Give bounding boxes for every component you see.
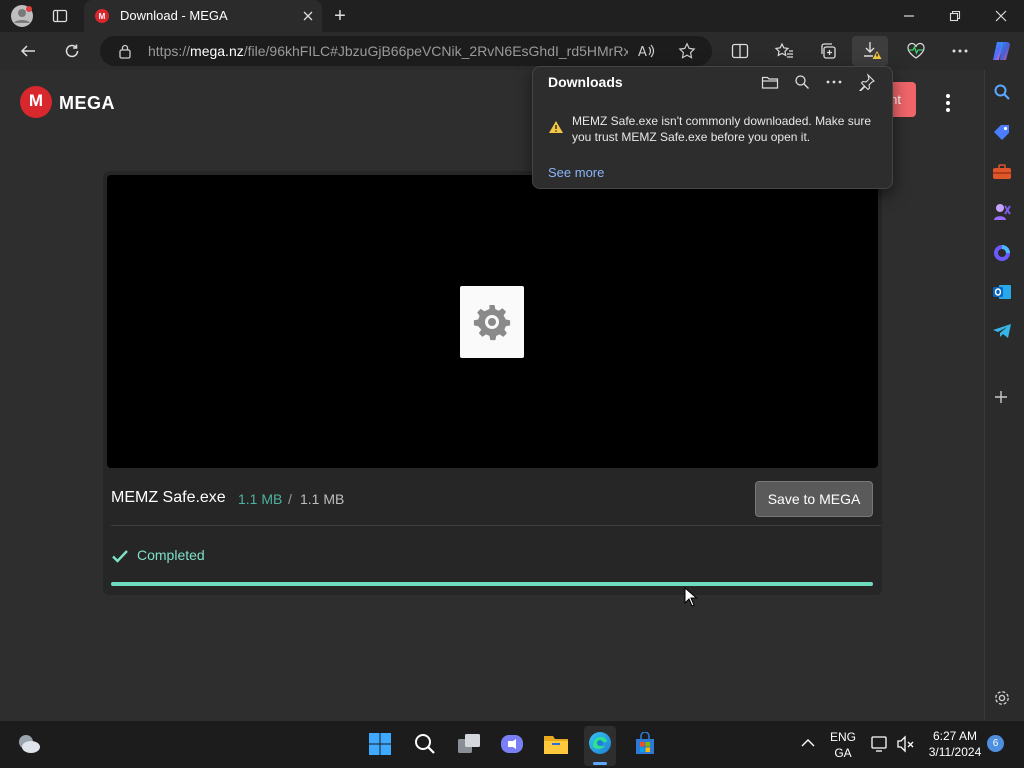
favorite-star-icon[interactable] [673, 37, 701, 65]
language-line2: GA [834, 746, 852, 760]
close-tab-icon[interactable] [294, 2, 322, 30]
warning-icon [548, 120, 564, 134]
clock-time: 6:27 AM [932, 729, 978, 743]
kebab-menu-icon[interactable] [940, 92, 956, 114]
volume-muted-icon[interactable] [896, 735, 916, 753]
see-more-link[interactable]: See more [548, 165, 604, 180]
back-arrow-icon[interactable] [14, 37, 42, 65]
open-folder-icon[interactable] [761, 74, 779, 90]
check-icon [111, 548, 129, 564]
split-screen-icon[interactable] [726, 37, 754, 65]
taskbar-search-icon[interactable] [414, 733, 436, 755]
language-line1: ENG [829, 730, 856, 744]
tab-actions-icon[interactable] [46, 2, 74, 30]
size-separator: / [288, 491, 292, 507]
downloads-title: Downloads [548, 74, 623, 90]
downloads-more-icon[interactable] [826, 80, 842, 84]
status-text: Completed [137, 547, 205, 563]
progress-bar-fill [111, 582, 873, 586]
total-size: 1.1 MB [300, 491, 345, 507]
downloaded-size: 1.1 MB [238, 491, 283, 507]
edge-icon[interactable] [588, 731, 612, 755]
search-downloads-icon[interactable] [794, 74, 810, 90]
clock-date: 3/11/2024 [928, 745, 982, 759]
refresh-icon[interactable] [58, 37, 86, 65]
close-window-button[interactable] [987, 2, 1015, 30]
mega-logo-text[interactable]: MEGA [59, 93, 115, 114]
profile-avatar-icon[interactable] [8, 2, 36, 30]
copilot-sidebar-icon[interactable] [992, 243, 1012, 263]
file-explorer-icon[interactable] [543, 733, 569, 755]
start-button-icon[interactable] [368, 732, 392, 756]
weather-icon[interactable] [16, 733, 42, 755]
minimize-button[interactable] [895, 2, 923, 30]
save-to-mega-button[interactable]: Save to MEGA [755, 481, 873, 517]
mega-favicon-icon: M [95, 9, 109, 23]
notification-badge[interactable]: 6 [987, 735, 1004, 752]
add-icon[interactable] [992, 388, 1010, 406]
mega-logo-letter: M [28, 91, 44, 110]
read-aloud-icon[interactable]: A [633, 37, 661, 65]
clock[interactable]: 6:27 AM 3/11/2024 [922, 729, 988, 759]
collections-icon[interactable] [814, 37, 842, 65]
language-indicator[interactable]: ENG GA [828, 730, 858, 760]
network-icon[interactable] [870, 735, 890, 753]
task-view-icon[interactable] [457, 733, 481, 755]
teams-chat-icon[interactable] [500, 733, 524, 755]
lock-icon[interactable] [118, 43, 132, 59]
restore-button[interactable] [941, 2, 969, 30]
url-text[interactable]: https://mega.nz/file/96khFILC#JbzuGjB66p… [148, 43, 628, 59]
tray-chevron-up-icon[interactable] [800, 738, 816, 748]
browser-essentials-icon[interactable] [902, 37, 930, 65]
pin-icon[interactable] [858, 73, 876, 91]
shopping-tag-icon[interactable] [992, 123, 1012, 141]
divider [111, 525, 881, 526]
downloads-icon[interactable] [862, 41, 884, 61]
favorites-icon[interactable] [770, 37, 798, 65]
tab-title: Download - MEGA [120, 8, 228, 23]
copilot-icon[interactable] [988, 37, 1016, 65]
settings-icon[interactable] [993, 689, 1011, 707]
svg-text:A: A [638, 45, 647, 59]
microsoft-store-icon[interactable] [633, 732, 657, 756]
download-warning-text: MEMZ Safe.exe isn't commonly downloaded.… [572, 114, 872, 144]
search-icon[interactable] [993, 83, 1011, 101]
file-type-icon [460, 286, 524, 358]
tools-icon[interactable] [992, 164, 1012, 180]
outlook-icon[interactable] [992, 283, 1012, 301]
new-tab-button[interactable]: + [326, 2, 354, 30]
more-icon[interactable] [946, 37, 974, 65]
edge-active-indicator [593, 762, 607, 765]
telegram-icon[interactable] [992, 323, 1012, 339]
games-icon[interactable] [992, 202, 1012, 222]
mouse-cursor-icon [684, 587, 698, 607]
file-name: MEMZ Safe.exe [111, 489, 226, 506]
